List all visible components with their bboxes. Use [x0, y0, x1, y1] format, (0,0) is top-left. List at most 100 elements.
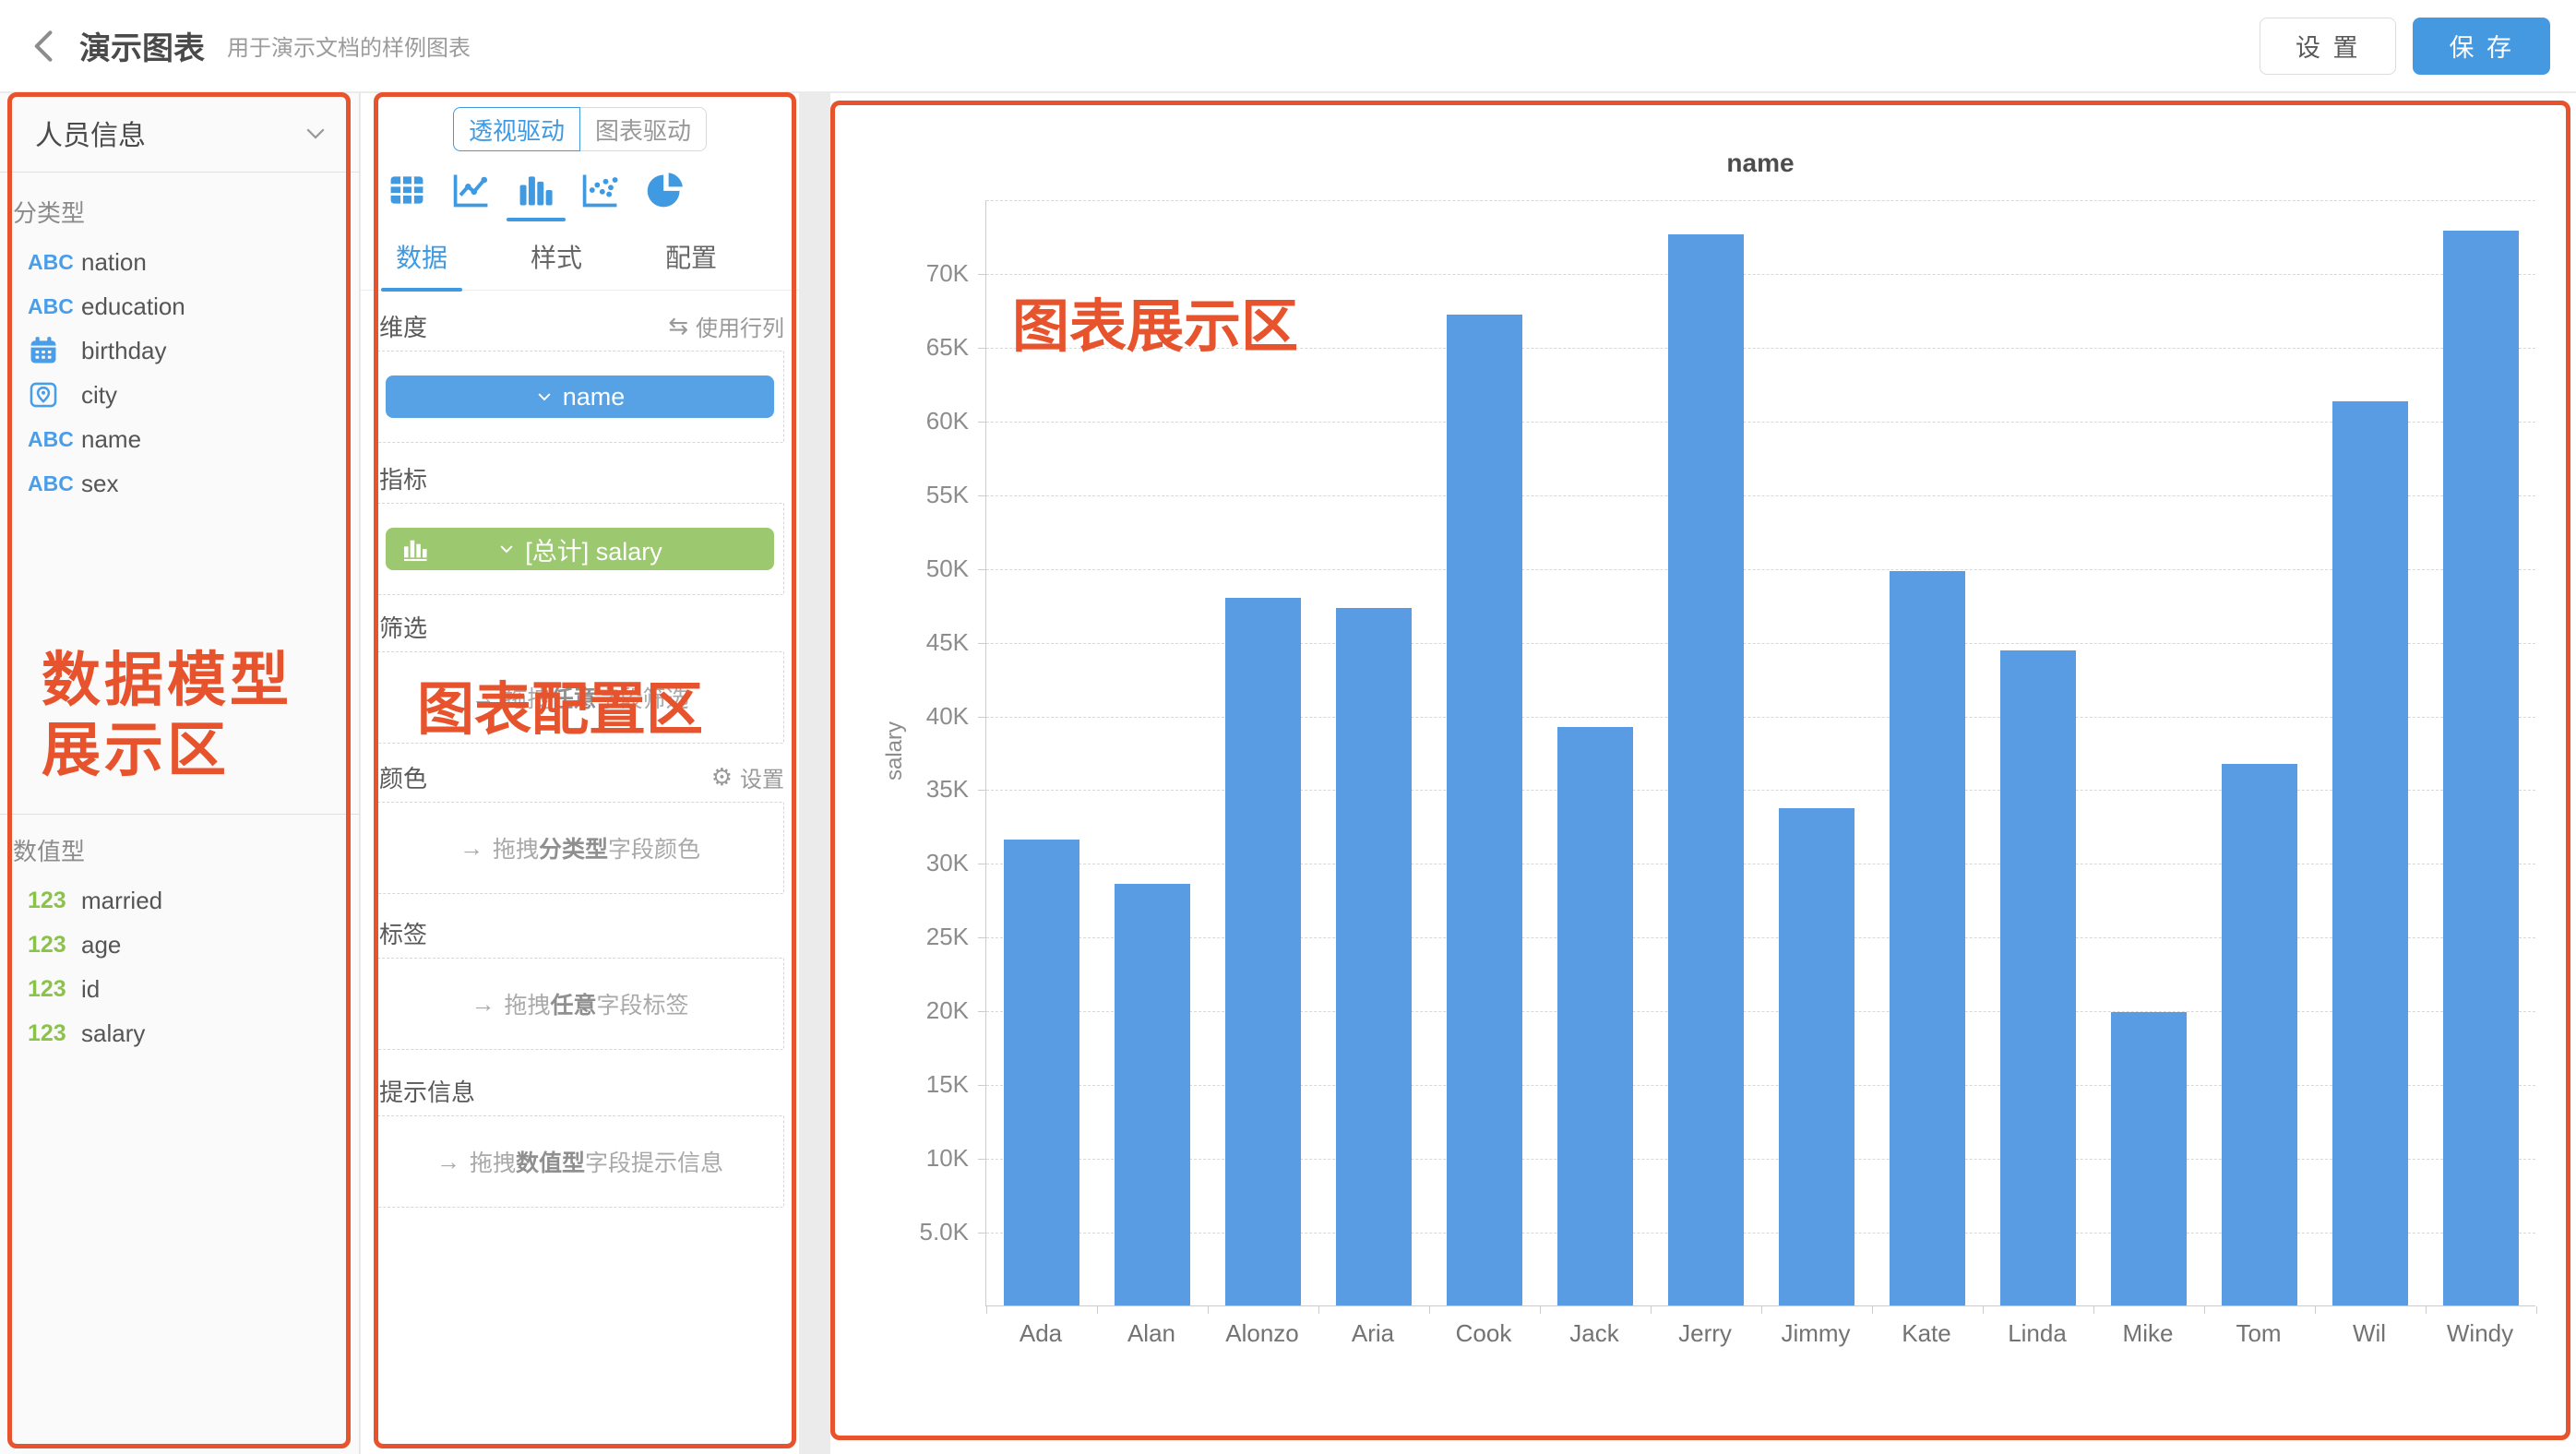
number-badge: 123	[28, 932, 66, 959]
y-tick-label: 10K	[867, 1144, 969, 1173]
settings-button[interactable]: 设 置	[2260, 18, 2397, 75]
page-title: 演示图表	[79, 23, 205, 68]
bar-windy[interactable]	[2443, 231, 2519, 1305]
bar-jack[interactable]	[1557, 727, 1633, 1305]
x-tick-mark	[1097, 1306, 1098, 1314]
drop-arrow-icon: →	[436, 1148, 460, 1176]
filter-hint-post: 字段筛选	[597, 681, 689, 714]
mode-tab-透视驱动[interactable]: 透视驱动	[453, 107, 580, 151]
bar-alonzo[interactable]	[1225, 598, 1301, 1305]
label-section-label: 标签	[361, 916, 799, 950]
bar-linda[interactable]	[2000, 650, 2076, 1305]
tooltip-drop-zone[interactable]: → 拖拽数值型字段提示信息	[376, 1115, 784, 1208]
x-label-jerry: Jerry	[1650, 1319, 1760, 1348]
field-name[interactable]: ABCname	[0, 417, 359, 461]
tooltip-hint: 拖拽	[470, 1145, 516, 1178]
x-label-mike: Mike	[2093, 1319, 2203, 1348]
top-bar: 演示图表 用于演示文档的样例图表 设 置 保 存	[0, 0, 2576, 92]
metric-drop-zone[interactable]: [总计] salary	[376, 503, 784, 595]
field-education[interactable]: ABCeducation	[0, 284, 359, 328]
field-name-label: age	[81, 931, 121, 959]
x-tick-mark	[2315, 1306, 2316, 1314]
label-drop-zone[interactable]: → 拖拽任意字段标签	[376, 958, 784, 1050]
color-settings-button[interactable]: ⚙ 设置	[711, 761, 784, 793]
filter-hint: 拖拽	[504, 681, 550, 714]
bar-wil[interactable]	[2332, 401, 2408, 1305]
dimension-pill-name[interactable]: name	[386, 375, 774, 418]
dimension-pill-label: name	[563, 383, 626, 411]
bar-cook[interactable]	[1447, 315, 1522, 1305]
tab-样式[interactable]: 样式	[516, 238, 597, 290]
field-married[interactable]: 123married	[0, 878, 359, 923]
tab-数据[interactable]: 数据	[381, 238, 462, 290]
bar-tom[interactable]	[2222, 764, 2297, 1305]
bar-kate[interactable]	[1890, 571, 1965, 1305]
gridline	[986, 200, 2535, 201]
field-id[interactable]: 123id	[0, 967, 359, 1011]
field-sex[interactable]: ABCsex	[0, 461, 359, 506]
field-salary[interactable]: 123salary	[0, 1011, 359, 1055]
tab-配置[interactable]: 配置	[650, 238, 732, 290]
x-tick-mark	[1872, 1306, 1873, 1314]
bar-chart-icon[interactable]	[516, 170, 556, 210]
dataset-selector[interactable]: 人员信息	[0, 93, 359, 173]
number-type-icon: 123	[28, 888, 81, 914]
bar-chart-icon	[400, 534, 430, 564]
color-hint-post: 字段颜色	[608, 831, 700, 864]
line-chart-icon[interactable]	[451, 170, 492, 210]
scatter-chart-icon[interactable]	[580, 170, 621, 210]
color-row: 颜色 ⚙ 设置	[361, 760, 799, 794]
y-tick-mark	[978, 569, 985, 570]
y-tick-mark	[978, 1085, 985, 1086]
dataset-name: 人员信息	[35, 113, 146, 153]
chevron-down-icon	[497, 540, 516, 558]
field-name-label: nation	[81, 248, 147, 277]
x-label-ada: Ada	[985, 1319, 1096, 1348]
bar-ada[interactable]	[1004, 840, 1079, 1305]
gridline	[986, 1233, 2535, 1234]
y-tick-label: 45K	[867, 628, 969, 657]
mode-tab-图表驱动[interactable]: 图表驱动	[580, 107, 707, 151]
y-tick-mark	[978, 1233, 985, 1234]
number-badge: 123	[28, 1020, 66, 1047]
bar-mike[interactable]	[2111, 1012, 2187, 1305]
x-tick-mark	[2093, 1306, 2094, 1314]
use-rowcol-button[interactable]: ⇆ 使用行列	[668, 310, 784, 342]
gridline	[986, 643, 2535, 644]
x-tick-mark	[2536, 1306, 2537, 1314]
field-age[interactable]: 123 age	[0, 923, 359, 967]
save-button[interactable]: 保 存	[2413, 18, 2550, 75]
color-hint: 拖拽	[493, 831, 539, 864]
calendar-icon	[28, 335, 81, 366]
gridline	[986, 495, 2535, 496]
pie-chart-icon[interactable]	[645, 170, 686, 210]
dimension-drop-zone[interactable]: name	[376, 351, 784, 443]
y-tick-mark	[978, 495, 985, 496]
x-label-alonzo: Alonzo	[1207, 1319, 1318, 1348]
color-hint-bold: 分类型	[539, 831, 608, 864]
y-tick-label: 65K	[867, 333, 969, 362]
x-label-jimmy: Jimmy	[1760, 1319, 1871, 1348]
gear-icon: ⚙	[711, 763, 733, 792]
x-label-linda: Linda	[1982, 1319, 2093, 1348]
bar-jimmy[interactable]	[1779, 808, 1854, 1305]
bar-alan[interactable]	[1115, 884, 1190, 1305]
field-city[interactable]: city	[0, 373, 359, 417]
color-drop-zone[interactable]: → 拖拽分类型字段颜色	[376, 802, 784, 894]
metric-pill-salary[interactable]: [总计] salary	[386, 528, 774, 570]
chart-type-row	[361, 170, 799, 210]
bar-jerry[interactable]	[1668, 234, 1744, 1305]
gridline	[986, 717, 2535, 718]
filter-drop-zone[interactable]: → 拖拽任意字段筛选	[376, 651, 784, 744]
x-tick-mark	[1983, 1306, 1984, 1314]
field-birthday[interactable]: birthday	[0, 328, 359, 373]
x-label-wil: Wil	[2314, 1319, 2425, 1348]
gridline	[986, 569, 2535, 570]
field-nation[interactable]: ABCnation	[0, 240, 359, 284]
x-tick-mark	[1318, 1306, 1319, 1314]
config-tabs: 数据 样式 配置	[361, 238, 799, 291]
table-chart-icon[interactable]	[387, 170, 427, 210]
y-tick-label: 30K	[867, 849, 969, 877]
bar-aria[interactable]	[1336, 608, 1412, 1305]
back-button[interactable]	[24, 26, 65, 66]
